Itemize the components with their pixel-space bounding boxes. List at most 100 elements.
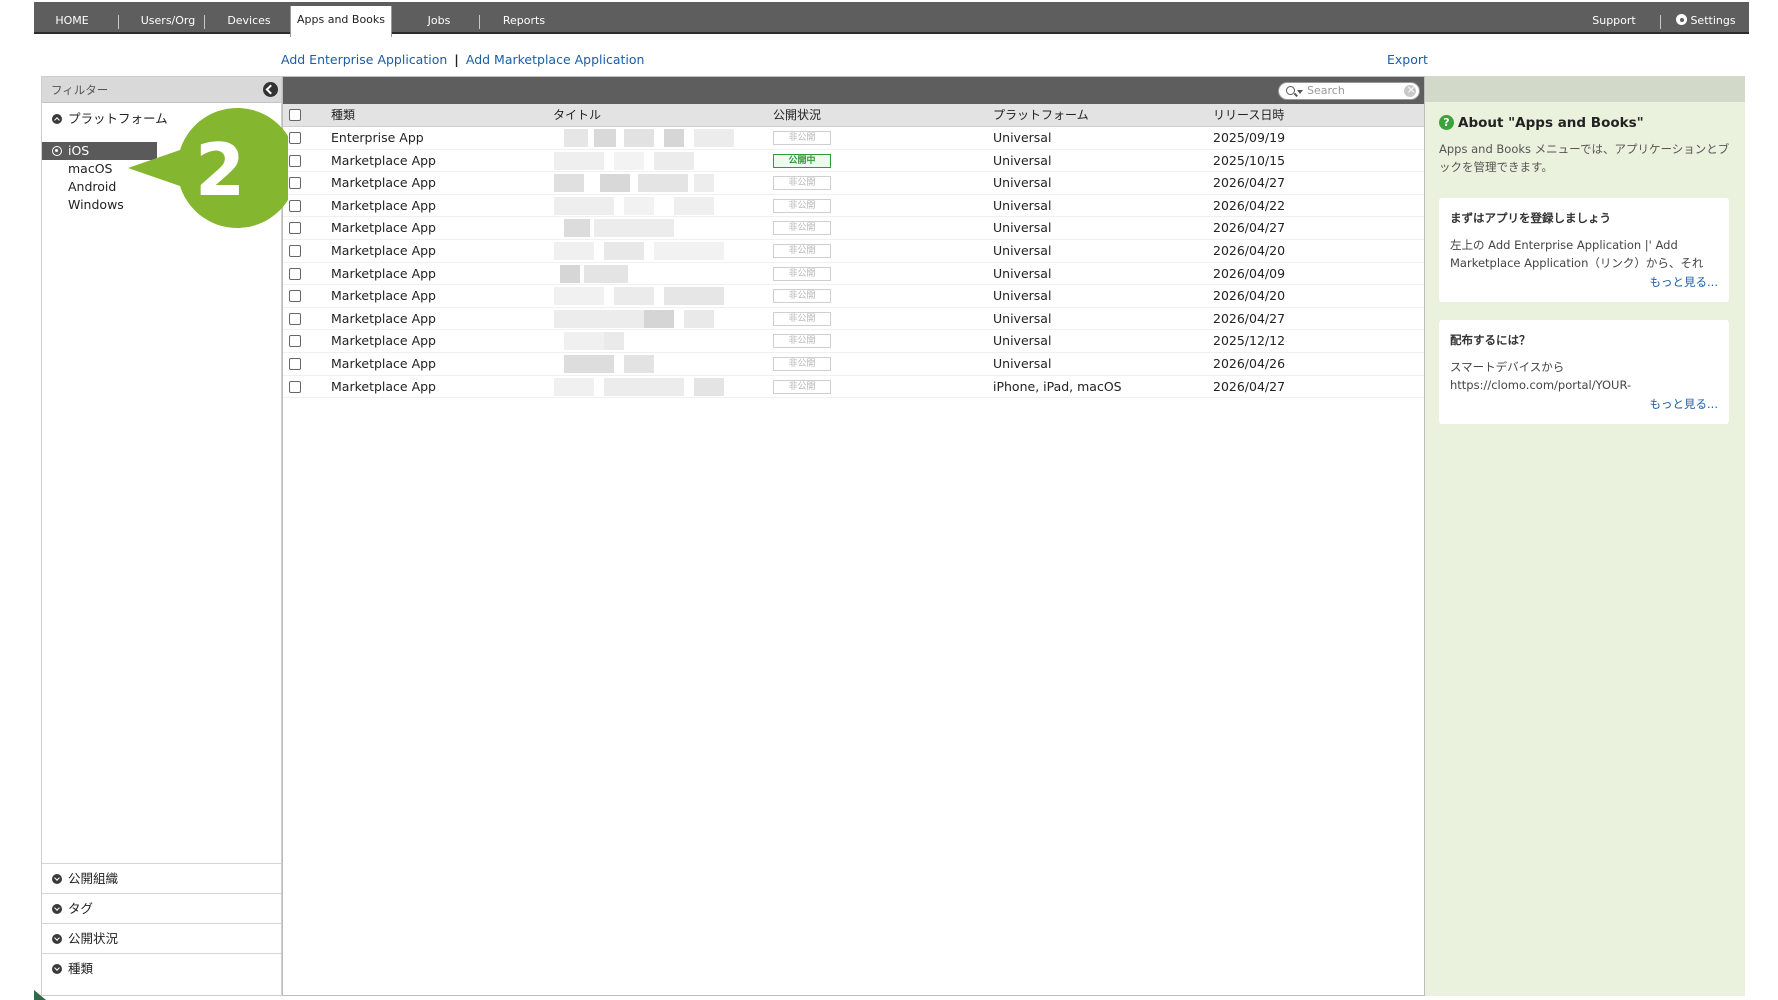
table-row[interactable]: Marketplace App 非公開 Universal 2026/04/27 [283, 308, 1424, 331]
table-row[interactable]: Marketplace App 非公開 iPhone, iPad, macOS 202… [283, 376, 1424, 399]
nav-users-org[interactable]: Users/Org [124, 2, 212, 34]
row-checkbox[interactable] [289, 132, 301, 144]
more-link[interactable]: もっと見る... [1450, 396, 1718, 412]
status-badge: 非公開 [773, 198, 831, 213]
more-link[interactable]: もっと見る... [1450, 274, 1718, 290]
selected-radio-icon [52, 146, 62, 156]
cell-release-date: 2026/04/20 [1213, 288, 1286, 304]
export-link[interactable]: Export [1387, 52, 1428, 67]
nav-settings[interactable]: Settings [1670, 2, 1742, 34]
top-nav-bar: HOME Users/Org Devices Apps and Books Jo… [34, 2, 1749, 37]
row-checkbox[interactable] [289, 357, 301, 370]
table-row[interactable]: Marketplace App 非公開 Universal 2026/04/27 [283, 172, 1424, 195]
row-checkbox[interactable] [289, 177, 301, 190]
column-header-type[interactable]: 種類 [331, 104, 355, 127]
cell-platform: Universal [993, 175, 1052, 191]
row-checkbox[interactable] [289, 222, 301, 235]
cell-type: Marketplace App [331, 310, 436, 326]
info-panel: ? About "Apps and Books" Apps and Books メ… [1425, 76, 1745, 996]
add-marketplace-application-link[interactable]: Add Marketplace Application [466, 52, 645, 67]
row-checkbox[interactable] [289, 290, 301, 303]
tag-section-toggle[interactable]: タグ [42, 893, 281, 923]
redacted-title [554, 264, 760, 283]
search-icon [1286, 86, 1295, 95]
search-input[interactable]: Search [1278, 82, 1420, 100]
callout-number: 2 [195, 128, 245, 212]
cell-release-date: 2026/04/26 [1213, 355, 1286, 371]
cell-platform: Universal [993, 152, 1052, 168]
platform-label: macOS [68, 161, 113, 176]
export-link-wrap: Export [1387, 52, 1428, 67]
select-all-checkbox[interactable] [289, 109, 301, 121]
redacted-title [554, 287, 760, 306]
chevron-up-icon [52, 114, 62, 124]
table-header: 種類 タイトル 公開状況 プラットフォーム リリース日時 [283, 104, 1424, 127]
cell-release-date: 2025/12/12 [1213, 333, 1286, 349]
redacted-title [554, 309, 760, 328]
cell-platform: Universal [993, 130, 1052, 145]
about-title: ? About "Apps and Books" [1439, 115, 1644, 131]
nav-devices[interactable]: Devices [209, 2, 289, 34]
table-row[interactable]: Marketplace App 非公開 Universal 2026/04/09 [283, 263, 1424, 286]
cell-platform: Universal [993, 310, 1052, 326]
nav-apps-and-books[interactable]: Apps and Books [290, 6, 392, 37]
row-checkbox[interactable] [289, 380, 301, 393]
status-badge: 非公開 [773, 176, 831, 191]
column-header-platform[interactable]: プラットフォーム [993, 104, 1089, 127]
column-header-title[interactable]: タイトル [553, 104, 601, 127]
redacted-title [554, 174, 760, 193]
cell-type: Marketplace App [331, 220, 436, 236]
row-checkbox[interactable] [289, 199, 301, 212]
clear-search-icon[interactable] [1404, 82, 1416, 98]
cell-type: Marketplace App [331, 175, 436, 191]
type-section-toggle[interactable]: 種類 [42, 953, 281, 983]
cell-release-date: 2025/09/19 [1213, 130, 1286, 145]
cell-type: Marketplace App [331, 378, 436, 394]
table-row[interactable]: Marketplace App 非公開 Universal 2025/12/12 [283, 330, 1424, 353]
nav-home[interactable]: HOME [44, 2, 100, 34]
action-separator: | [454, 52, 459, 67]
filter-title: フィルター [51, 83, 109, 97]
column-header-status[interactable]: 公開状況 [773, 104, 821, 127]
table-row[interactable]: Marketplace App 非公開 Universal 2026/04/27 [283, 217, 1424, 240]
cell-type: Marketplace App [331, 152, 436, 168]
row-checkbox[interactable] [289, 335, 301, 348]
cell-platform: Universal [993, 197, 1052, 213]
table-row[interactable]: Enterprise App 非公開 Universal 2025/09/19 [283, 127, 1424, 150]
row-checkbox[interactable] [289, 312, 301, 325]
search-placeholder: Search [1307, 84, 1345, 97]
status-badge: 非公開 [773, 266, 831, 281]
cell-platform: Universal [993, 355, 1052, 371]
redacted-title [554, 151, 760, 170]
cell-type: Marketplace App [331, 242, 436, 258]
cell-release-date: 2026/04/09 [1213, 265, 1286, 281]
table-row[interactable]: Marketplace App 非公開 Universal 2026/04/26 [283, 353, 1424, 376]
redacted-title [554, 332, 760, 351]
platform-label: iOS [68, 143, 90, 158]
table-row[interactable]: Marketplace App 公開中 Universal 2025/10/15 [283, 150, 1424, 173]
collapse-filter-icon[interactable] [263, 82, 278, 97]
table-row[interactable]: Marketplace App 非公開 Universal 2026/04/20 [283, 285, 1424, 308]
cell-type: Marketplace App [331, 265, 436, 281]
nav-jobs[interactable]: Jobs [409, 2, 469, 34]
card-body: 左上の Add Enterprise Application |' Add Ma… [1450, 238, 1704, 270]
section-label: タグ [68, 901, 94, 916]
redacted-title [554, 377, 760, 396]
chevron-down-icon [1297, 90, 1303, 94]
add-enterprise-application-link[interactable]: Add Enterprise Application [281, 52, 447, 67]
row-checkbox[interactable] [289, 154, 301, 167]
nav-reports[interactable]: Reports [484, 2, 564, 34]
row-checkbox[interactable] [289, 244, 301, 257]
status-section-toggle[interactable]: 公開状況 [42, 923, 281, 953]
row-checkbox[interactable] [289, 267, 301, 280]
status-badge: 非公開 [773, 311, 831, 326]
nav-support[interactable]: Support [1584, 2, 1644, 34]
cell-release-date: 2026/04/27 [1213, 310, 1286, 326]
about-title-text: About "Apps and Books" [1458, 115, 1644, 131]
table-row[interactable]: Marketplace App 非公開 Universal 2026/04/20 [283, 240, 1424, 263]
column-header-release-date[interactable]: リリース日時 [1213, 104, 1284, 127]
action-links: Add Enterprise Application | Add Marketpla… [281, 52, 644, 67]
table-row[interactable]: Marketplace App 非公開 Universal 2026/04/22 [283, 195, 1424, 218]
cell-type: Marketplace App [331, 355, 436, 371]
org-section-toggle[interactable]: 公開組織 [42, 863, 281, 893]
